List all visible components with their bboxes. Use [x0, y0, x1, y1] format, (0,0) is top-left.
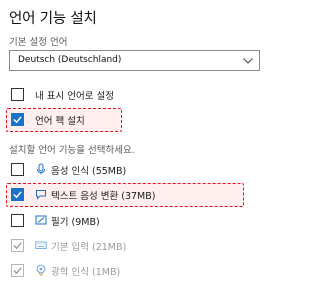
feature-ocr: 광학 인식 (1MB) [9, 261, 209, 283]
features-hint: 설치할 언어 기능을 선택하세요. [9, 145, 135, 156]
handwriting-label: 필기 (9MB) [51, 217, 100, 228]
page-title: 언어 기능 설치 [9, 11, 97, 27]
feature-basic-typing: 기본 입력 (21MB) [9, 236, 209, 258]
ocr-checkbox [11, 264, 24, 277]
basic-typing-label: 기본 입력 (21MB) [51, 242, 127, 253]
text-to-speech-checkbox[interactable] [11, 188, 24, 201]
feature-text-to-speech[interactable]: 텍스트 음성 변환 (37MB) [9, 185, 239, 207]
display-language-label: 내 표시 언어로 설정 [35, 91, 114, 102]
display-language-checkbox[interactable] [11, 88, 24, 101]
text-to-speech-label: 텍스트 음성 변환 (37MB) [51, 191, 156, 202]
speech-bubble-icon [36, 190, 46, 200]
keyboard-icon [35, 241, 47, 249]
checkmark-icon [13, 191, 22, 199]
default-language-label: 기본 설정 언어 [9, 37, 68, 48]
ocr-label: 광학 인식 (1MB) [51, 267, 121, 278]
checkmark-icon [13, 267, 22, 275]
feature-handwriting[interactable]: 필기 (9MB) [9, 211, 209, 233]
speech-recognition-checkbox[interactable] [11, 163, 24, 176]
microphone-icon [37, 163, 45, 175]
chevron-down-icon [243, 58, 253, 64]
pen-icon [35, 215, 47, 225]
handwriting-checkbox[interactable] [11, 214, 24, 227]
language-pack-option[interactable]: 언어 팩 설치 [9, 110, 119, 132]
default-language-value: Deutsch (Deutschland) [18, 55, 122, 65]
ocr-eye-icon [36, 264, 46, 276]
checkmark-icon [13, 242, 22, 250]
speech-recognition-label: 음성 인식 (55MB) [51, 166, 127, 177]
checkmark-icon [13, 116, 22, 124]
feature-speech-recognition[interactable]: 음성 인식 (55MB) [9, 160, 209, 182]
language-pack-checkbox[interactable] [11, 113, 24, 126]
basic-typing-checkbox [11, 239, 24, 252]
language-pack-label: 언어 팩 설치 [35, 116, 85, 127]
display-language-option[interactable]: 내 표시 언어로 설정 [9, 85, 259, 107]
default-language-dropdown[interactable]: Deutsch (Deutschland) [9, 50, 260, 71]
